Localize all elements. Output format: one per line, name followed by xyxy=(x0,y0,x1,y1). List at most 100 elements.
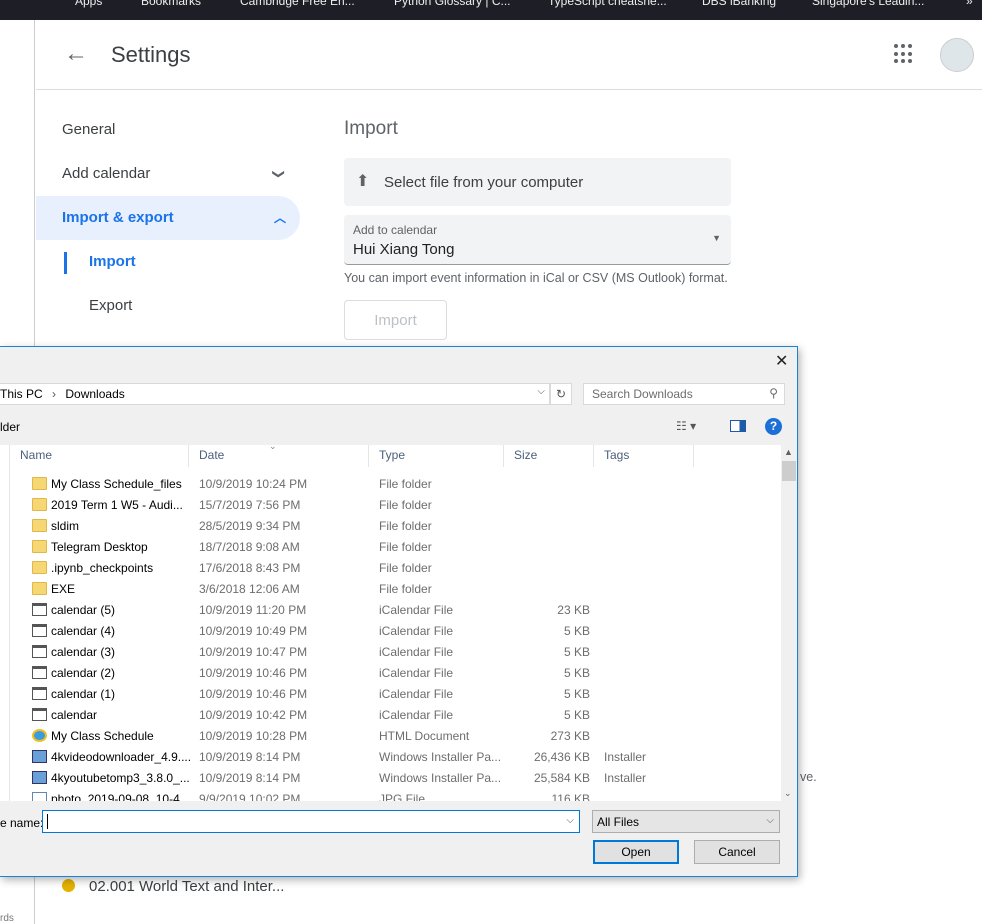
chevron-down-icon[interactable]: ⌵ xyxy=(537,386,545,397)
chevron-down-icon: ⌵ xyxy=(766,815,774,826)
chevron-up-icon: ︿ xyxy=(273,211,286,225)
file-name: calendar (3) xyxy=(51,645,116,659)
nav-general[interactable]: General xyxy=(36,108,300,152)
file-type: Windows Installer Pa... xyxy=(379,750,502,764)
file-size: 25,584 KB xyxy=(533,771,590,785)
nav-import-export[interactable]: Import & export ︿ xyxy=(36,196,300,240)
file-name: .ipynb_checkpoints xyxy=(51,561,154,575)
file-name-input[interactable]: ⌵ xyxy=(42,810,580,833)
add-to-calendar-select[interactable]: Add to calendar Hui Xiang Tong ▼ xyxy=(344,215,731,265)
calendar-color-dot xyxy=(62,879,75,892)
file-size: 5 KB xyxy=(563,666,590,680)
nav-add-calendar[interactable]: Add calendar ❯ xyxy=(36,152,300,196)
column-date[interactable]: Date ⌄ xyxy=(189,445,369,467)
breadcrumb-downloads[interactable]: Downloads xyxy=(65,387,124,401)
scroll-up-icon[interactable]: ▲ xyxy=(784,447,793,457)
search-input[interactable]: Search Downloads ⚲ xyxy=(583,383,785,405)
new-folder-button[interactable]: lder xyxy=(0,420,20,434)
bookmarks-overflow[interactable]: » xyxy=(966,0,973,8)
file-type: iCalendar File xyxy=(379,645,454,659)
vertical-scrollbar[interactable]: ▲ ⌄ xyxy=(781,445,797,801)
grid-apps-icon[interactable] xyxy=(894,44,914,64)
file-type-select[interactable]: All Files ⌵ xyxy=(592,810,780,833)
file-date: 10/9/2019 10:28 PM xyxy=(199,729,308,743)
bookmark-bookmarks[interactable]: Bookmarks xyxy=(141,0,201,8)
file-type: File folder xyxy=(379,540,432,554)
address-bar[interactable]: This PC › Downloads ⌵ xyxy=(0,383,550,405)
file-row[interactable]: Telegram Desktop 18/7/2018 9:08 AM File fo… xyxy=(10,537,781,558)
chevron-down-icon[interactable]: ⌵ xyxy=(566,815,574,826)
file-name-label: e name: xyxy=(0,816,44,830)
file-row[interactable]: calendar (4) 10/9/2019 10:49 PM iCalendar … xyxy=(10,621,781,642)
file-row[interactable]: EXE 3/6/2018 12:06 AM File folder xyxy=(10,579,781,600)
bookmark-cambridge[interactable]: Cambridge Free En... xyxy=(240,0,355,8)
view-options-icon[interactable]: ☷ ▾ xyxy=(676,419,696,433)
file-row[interactable]: 2019 Term 1 W5 - Audi... 15/7/2019 7:56 P… xyxy=(10,495,781,516)
preview-pane-icon[interactable] xyxy=(730,420,746,432)
file-row[interactable]: calendar (5) 10/9/2019 11:20 PM iCalendar … xyxy=(10,600,781,621)
avatar[interactable] xyxy=(940,38,974,72)
file-row[interactable]: calendar (2) 10/9/2019 10:46 PM iCalendar … xyxy=(10,663,781,684)
add-to-calendar-value: Hui Xiang Tong xyxy=(353,241,455,258)
breadcrumb-this-pc[interactable]: This PC xyxy=(0,387,43,401)
file-size: 5 KB xyxy=(563,645,590,659)
search-placeholder: Search Downloads xyxy=(592,387,693,401)
file-row[interactable]: 4kvideodownloader_4.9.... 10/9/2019 8:14 … xyxy=(10,747,781,768)
jpg-icon xyxy=(32,792,47,801)
column-headers: Name Date ⌄ Type Size Tags xyxy=(10,445,781,467)
select-file-button[interactable]: ⬆ Select file from your computer xyxy=(344,158,731,206)
file-name: 4kyoutubetomp3_3.8.0_... xyxy=(51,771,190,785)
nav-import[interactable]: Import xyxy=(36,240,300,284)
file-date: 17/6/2018 8:43 PM xyxy=(199,561,301,575)
navigation-pane[interactable] xyxy=(0,445,10,801)
column-name[interactable]: Name xyxy=(10,445,189,467)
file-date: 10/9/2019 11:20 PM xyxy=(199,603,307,617)
ical-icon xyxy=(32,603,47,616)
left-footer-text: rds xyxy=(0,913,14,924)
file-type: iCalendar File xyxy=(379,708,454,722)
file-size: 23 KB xyxy=(557,603,590,617)
upload-icon: ⬆ xyxy=(356,173,370,190)
arrow-back-icon[interactable]: ← xyxy=(64,40,88,68)
file-type: HTML Document xyxy=(379,729,470,743)
file-row[interactable]: calendar 10/9/2019 10:42 PM iCalendar File… xyxy=(10,705,781,726)
cancel-button[interactable]: Cancel xyxy=(694,840,780,864)
bookmark-singapore[interactable]: Singapore's Leadin... xyxy=(812,0,924,8)
calendar-item[interactable]: 02.001 World Text and Inter... xyxy=(62,878,284,895)
column-type[interactable]: Type xyxy=(369,445,504,467)
close-icon[interactable]: ✕ xyxy=(775,351,788,371)
open-button[interactable]: Open xyxy=(593,840,679,864)
column-size[interactable]: Size xyxy=(504,445,594,467)
folder-icon xyxy=(32,561,47,574)
file-name: sldim xyxy=(51,519,80,533)
column-tags[interactable]: Tags xyxy=(594,445,694,467)
file-row[interactable]: My Class Schedule 10/9/2019 10:28 PM HTML … xyxy=(10,726,781,747)
nav-label: Import xyxy=(89,253,136,270)
file-row[interactable]: My Class Schedule_files 10/9/2019 10:24 P… xyxy=(10,474,781,495)
file-row[interactable]: calendar (1) 10/9/2019 10:46 PM iCalendar … xyxy=(10,684,781,705)
refresh-icon[interactable]: ↻ xyxy=(550,383,572,405)
file-row[interactable]: photo_2019-09-08_10-4... 9/9/2019 10:02 P… xyxy=(10,789,781,801)
import-heading: Import xyxy=(344,118,398,139)
file-type: File folder xyxy=(379,561,432,575)
scrollbar-thumb[interactable] xyxy=(782,461,796,481)
nav-export[interactable]: Export xyxy=(36,284,300,328)
file-date: 10/9/2019 10:42 PM xyxy=(199,708,308,722)
file-date: 10/9/2019 10:46 PM xyxy=(199,687,308,701)
settings-nav: General Add calendar ❯ Import & export ︿ I… xyxy=(36,108,300,328)
bookmark-python[interactable]: Python Glossary | C... xyxy=(394,0,511,8)
scroll-down-icon[interactable]: ⌄ xyxy=(784,788,792,799)
bookmark-typescript[interactable]: TypeScript cheatshe... xyxy=(548,0,667,8)
import-hint: You can import event information in iCal… xyxy=(344,271,728,285)
bookmark-dbs[interactable]: DBS iBanking xyxy=(702,0,776,8)
file-row[interactable]: sldim 28/5/2019 9:34 PM File folder xyxy=(10,516,781,537)
import-button[interactable]: Import xyxy=(344,300,447,340)
file-name: My Class Schedule_files xyxy=(51,477,182,491)
file-row[interactable]: calendar (3) 10/9/2019 10:47 PM iCalendar … xyxy=(10,642,781,663)
file-row[interactable]: .ipynb_checkpoints 17/6/2018 8:43 PM File … xyxy=(10,558,781,579)
ical-icon xyxy=(32,666,47,679)
file-row[interactable]: 4kyoutubetomp3_3.8.0_... 10/9/2019 8:14 P… xyxy=(10,768,781,789)
help-icon[interactable]: ? xyxy=(765,418,782,435)
bookmark-apps[interactable]: Apps xyxy=(75,0,102,8)
file-type: iCalendar File xyxy=(379,687,454,701)
